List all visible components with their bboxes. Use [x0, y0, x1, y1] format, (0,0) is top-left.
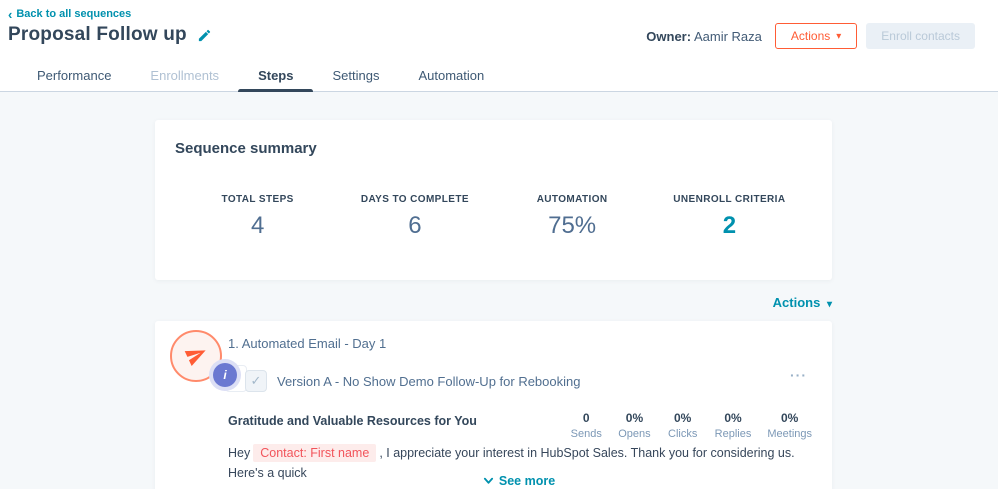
page-header: ‹ Back to all sequences Proposal Follow …	[0, 0, 998, 94]
tab-automation[interactable]: Automation	[418, 59, 484, 91]
stat-value: 6	[408, 212, 422, 239]
chevron-down-icon	[483, 477, 493, 484]
metric-label: Sends	[570, 428, 602, 440]
subject-row: Gratitude and Valuable Resources for You…	[228, 411, 812, 440]
steps-actions-link[interactable]: Actions ▾	[773, 295, 832, 310]
back-chevron-icon: ‹	[8, 6, 13, 22]
title-row: Proposal Follow up	[8, 24, 212, 46]
metric-label: Meetings	[767, 428, 812, 440]
summary-title: Sequence summary	[175, 140, 317, 157]
caret-down-icon: ▾	[836, 30, 842, 42]
metric-value: 0%	[724, 411, 742, 425]
metric-sends: 0 Sends	[570, 411, 602, 440]
stat-label: UNENROLL CRITERIA	[673, 194, 786, 205]
steps-actions-label: Actions	[772, 295, 821, 310]
sequence-summary-card: Sequence summary TOTAL STEPS 4 DAYS TO C…	[155, 120, 832, 280]
check-icon: ✓	[250, 373, 262, 388]
stat-label: AUTOMATION	[536, 194, 608, 205]
stat-total-steps: TOTAL STEPS 4	[179, 194, 336, 240]
back-link-label: Back to all sequences	[16, 8, 132, 20]
steps-actions-row: Actions ▾	[155, 294, 832, 312]
version-checkbox[interactable]: ✓	[245, 370, 267, 392]
metric-opens: 0% Opens	[618, 411, 650, 440]
more-options-icon[interactable]: ···	[790, 367, 807, 383]
metric-label: Replies	[714, 428, 752, 440]
header-controls: Owner: Aamir Raza Actions ▾ Enroll conta…	[646, 23, 975, 49]
owner-label: Owner:	[646, 28, 692, 44]
metric-value: 0%	[781, 411, 799, 425]
stat-label: DAYS TO COMPLETE	[360, 194, 469, 205]
stat-value: 75%	[548, 212, 597, 239]
paper-plane-icon	[184, 350, 206, 367]
email-subject: Gratitude and Valuable Resources for You	[228, 414, 477, 428]
personalization-token: Contact: First name	[253, 444, 377, 462]
actions-button[interactable]: Actions ▾	[774, 23, 858, 49]
step-card: 1. Automated Email - Day 1 i ✓ Version A…	[155, 321, 832, 489]
tab-performance[interactable]: Performance	[37, 59, 111, 91]
metric-value: 0%	[625, 411, 644, 425]
caret-down-icon: ▾	[826, 299, 832, 310]
email-metrics: 0 Sends 0% Opens 0% Clicks 0% Replies 0%	[570, 411, 812, 440]
page-title: Proposal Follow up	[8, 24, 187, 45]
info-badge-icon[interactable]: i	[213, 363, 237, 387]
stat-automation: AUTOMATION 75%	[494, 194, 651, 240]
enroll-contacts-button[interactable]: Enroll contacts	[866, 23, 975, 49]
metric-value: 0	[582, 411, 590, 425]
metric-replies: 0% Replies	[715, 411, 752, 440]
enroll-button-label: Enroll contacts	[881, 29, 960, 43]
metric-clicks: 0% Clicks	[667, 411, 699, 440]
see-more-label: See more	[498, 473, 556, 488]
tab-settings[interactable]: Settings	[332, 59, 379, 91]
metric-label: Clicks	[668, 428, 698, 440]
page-content: Sequence summary TOTAL STEPS 4 DAYS TO C…	[0, 92, 998, 489]
step-heading: 1. Automated Email - Day 1	[228, 336, 387, 351]
stat-value: 2	[722, 212, 737, 239]
owner-name: Aamir Raza	[693, 28, 762, 44]
tab-enrollments[interactable]: Enrollments	[150, 59, 219, 91]
stat-days-to-complete: DAYS TO COMPLETE 6	[336, 194, 493, 240]
see-more-link[interactable]: See more	[483, 474, 555, 488]
back-to-sequences-link[interactable]: ‹ Back to all sequences	[8, 6, 132, 22]
summary-stats: TOTAL STEPS 4 DAYS TO COMPLETE 6 AUTOMAT…	[179, 194, 808, 240]
metric-meetings: 0% Meetings	[767, 411, 812, 440]
actions-button-label: Actions	[790, 29, 831, 43]
metric-label: Opens	[618, 428, 651, 440]
stat-label: TOTAL STEPS	[221, 194, 294, 205]
stat-unenroll-criteria: UNENROLL CRITERIA 2	[651, 194, 808, 240]
metric-value: 0%	[674, 411, 692, 425]
tab-steps[interactable]: Steps	[237, 59, 315, 94]
stat-value: 4	[250, 212, 265, 239]
owner-text: Owner: Aamir Raza	[646, 29, 762, 44]
tab-bar: Performance Enrollments Steps Settings A…	[0, 59, 998, 94]
edit-pencil-icon[interactable]	[197, 28, 212, 43]
version-label: Version A - No Show Demo Follow-Up for R…	[277, 374, 581, 389]
see-more-row: See more	[228, 473, 810, 489]
preview-prefix: Hey	[228, 446, 251, 460]
